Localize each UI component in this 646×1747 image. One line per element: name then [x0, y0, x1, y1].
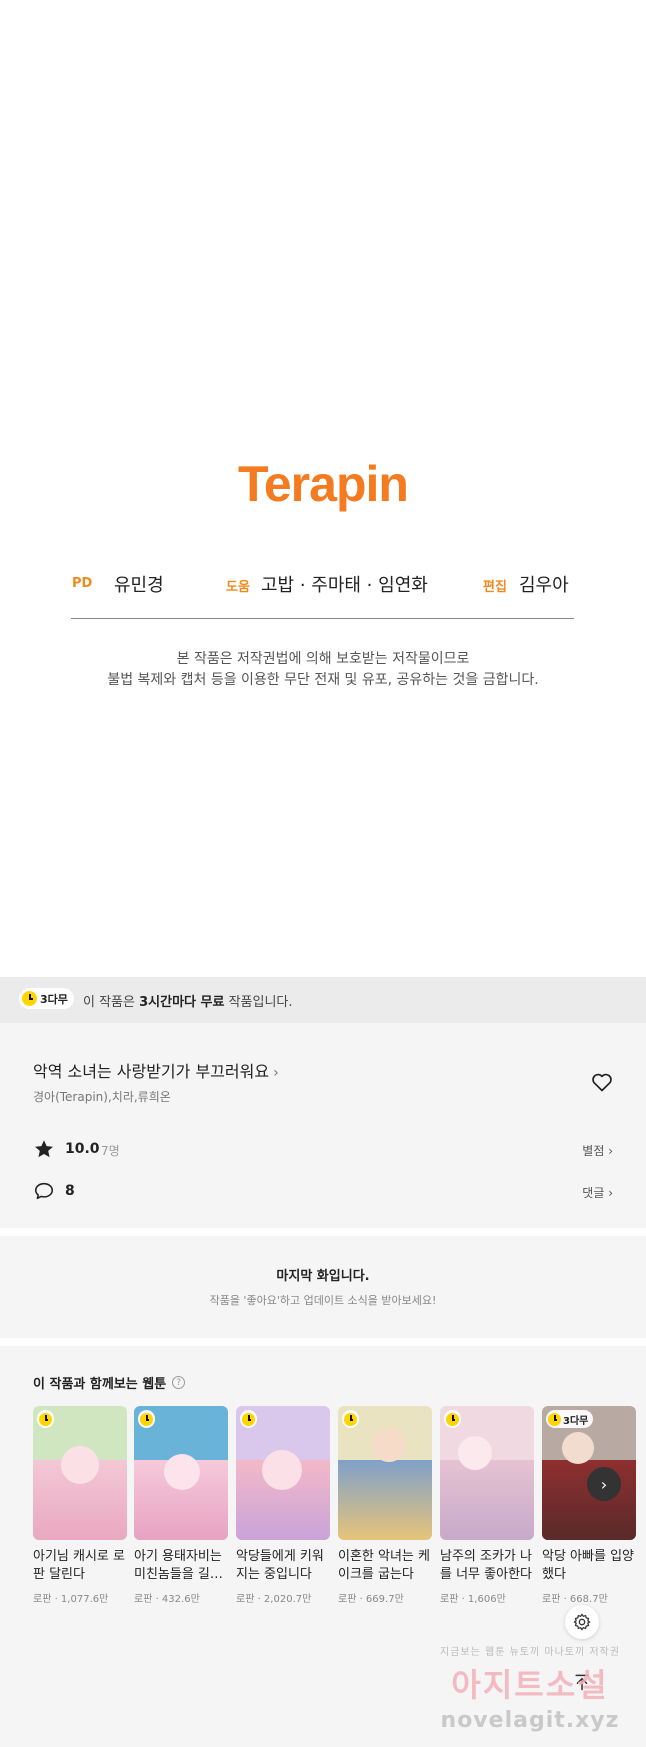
credits-page: Terapin PD 유민경 도움 고밥 · 주마태 · 임연화 편집 김우아 …: [0, 0, 646, 977]
clock-icon: [242, 1412, 255, 1426]
help-icon[interactable]: ?: [172, 1376, 186, 1389]
wait-free-badge: 3다무: [19, 988, 74, 1009]
section-gap-2: [0, 1338, 646, 1346]
staff-credits: PD 유민경 도움 고밥 · 주마태 · 임연화 편집 김우아: [72, 571, 574, 597]
staff-name-assist: 고밥 · 주마태 · 임연화: [261, 575, 428, 596]
terapin-logo: Terapin: [238, 456, 409, 512]
rec-title: 악당 아빠를 입양했다: [542, 1549, 634, 1582]
clock-icon: [140, 1412, 153, 1426]
rec-title: 남주의 조카가 나를 너무 좋아한다: [440, 1549, 532, 1582]
comments-count: 8: [65, 1183, 75, 1199]
last-episode-subtitle: 작품을 '좋아요'하고 업데이트 소식을 받아보세요!: [209, 1294, 437, 1307]
star-icon: [35, 1140, 53, 1158]
rec-title: 아기 용태자비는 미친놈들을 길…: [134, 1549, 223, 1582]
clock-icon: [548, 1412, 561, 1426]
copyright-notice: 본 작품은 저작권법에 의해 보호받는 저작물이므로 불법 복제와 캡처 등을 …: [0, 649, 646, 691]
rec-title: 이혼한 악녀는 케이크를 굽는다: [338, 1549, 430, 1582]
site-watermark: 지금보는 웹툰 뉴토끼 마나토끼 저작권 아지트소설 novelagit.xyz: [440, 1647, 620, 1733]
staff-name-pd: 유민경: [114, 575, 164, 596]
comments-row: 8 댓글 ›: [33, 1180, 613, 1204]
staff-role-pd: PD: [72, 576, 93, 591]
wait-free-label: 3다무: [40, 992, 68, 1006]
wait-free-thumb-badge: [342, 1410, 359, 1428]
recommendations-heading: 이 작품과 함께보는 웹툰 ?: [33, 1373, 186, 1392]
rec-thumbnail: 3다무: [542, 1406, 636, 1540]
rec-meta: 로판 · 1,606만: [440, 1594, 506, 1605]
comment-icon: [34, 1182, 54, 1200]
rec-meta: 로판 · 669.7만: [338, 1594, 404, 1605]
staff-divider: [71, 618, 574, 619]
clock-icon: [446, 1412, 459, 1426]
wait-free-thumb-badge: [138, 1410, 155, 1428]
clock-icon: [22, 991, 37, 1006]
work-authors: 경아(Terapin),치라,류희온: [33, 1090, 171, 1104]
rec-card[interactable]: 아기님 캐시로 로판 달린다 로판 · 1,077.6만: [33, 1406, 127, 1605]
chevron-right-icon: ›: [600, 1474, 608, 1494]
rec-card[interactable]: 악당들에게 키워지는 중입니다 로판 · 2,020.7만: [236, 1406, 330, 1605]
copyright-line-1: 본 작품은 저작권법에 의해 보호받는 저작물이므로: [176, 651, 470, 667]
free-message: 이 작품은 3시간마다 무료 작품입니다.: [83, 995, 293, 1010]
rec-thumbnail: [236, 1406, 330, 1540]
rec-meta: 로판 · 668.7만: [542, 1594, 608, 1605]
section-gap: [0, 1228, 646, 1236]
rec-card[interactable]: 3다무 악당 아빠를 입양했다 로판 · 668.7만: [542, 1406, 636, 1605]
wait-free-thumb-badge: [240, 1410, 257, 1428]
wait-free-thumb-badge: [37, 1410, 54, 1428]
chevron-right-icon: ›: [273, 1065, 279, 1081]
viewer-settings-button[interactable]: [565, 1605, 599, 1639]
heart-icon[interactable]: [590, 1070, 614, 1094]
copyright-line-2: 불법 복제와 캡처 등을 이용한 무단 전재 및 유포, 공유하는 것을 금합니…: [107, 672, 539, 688]
rec-thumbnail: [338, 1406, 432, 1540]
last-episode-title: 마지막 화입니다.: [276, 1269, 370, 1284]
clock-icon: [344, 1412, 357, 1426]
free-info-bar: 3다무 이 작품은 3시간마다 무료 작품입니다.: [0, 977, 646, 1023]
rating-value: 10.0: [65, 1141, 100, 1157]
staff-role-editor: 편집: [483, 580, 507, 595]
rec-meta: 로판 · 1,077.6만: [33, 1594, 109, 1605]
rec-card[interactable]: 남주의 조카가 나를 너무 좋아한다 로판 · 1,606만: [440, 1406, 534, 1605]
rec-thumbnail: [134, 1406, 228, 1540]
rating-link[interactable]: 별점 ›: [582, 1142, 613, 1159]
rating-count: 7명: [101, 1144, 120, 1158]
staff-role-assist: 도움: [226, 580, 250, 595]
rec-card[interactable]: 아기 용태자비는 미친놈들을 길… 로판 · 432.6만: [134, 1406, 228, 1605]
rec-meta: 로판 · 432.6만: [134, 1594, 200, 1605]
wait-free-thumb-badge: 3다무: [546, 1410, 594, 1428]
rec-card[interactable]: 이혼한 악녀는 케이크를 굽는다 로판 · 669.7만: [338, 1406, 432, 1605]
rec-meta: 로판 · 2,020.7만: [236, 1594, 312, 1605]
wait-free-thumb-badge: [444, 1410, 461, 1428]
work-title-link[interactable]: 악역 소녀는 사랑받기가 부끄러워요 ›: [33, 1058, 279, 1082]
rec-thumbnail: [33, 1406, 127, 1540]
comments-link[interactable]: 댓글 ›: [582, 1184, 613, 1201]
rec-title: 아기님 캐시로 로판 달린다: [33, 1549, 125, 1582]
clock-icon: [39, 1412, 52, 1426]
carousel-next-button[interactable]: ›: [587, 1467, 621, 1501]
last-episode-message: 마지막 화입니다. 작품을 '좋아요'하고 업데이트 소식을 받아보세요!: [0, 1265, 646, 1308]
staff-name-editor: 김우아: [519, 575, 569, 596]
rating-row: 10.0 7명 별점 ›: [33, 1138, 613, 1162]
gear-icon: [573, 1613, 591, 1631]
rec-thumbnail: [440, 1406, 534, 1540]
rec-title: 악당들에게 키워지는 중입니다: [236, 1549, 324, 1582]
